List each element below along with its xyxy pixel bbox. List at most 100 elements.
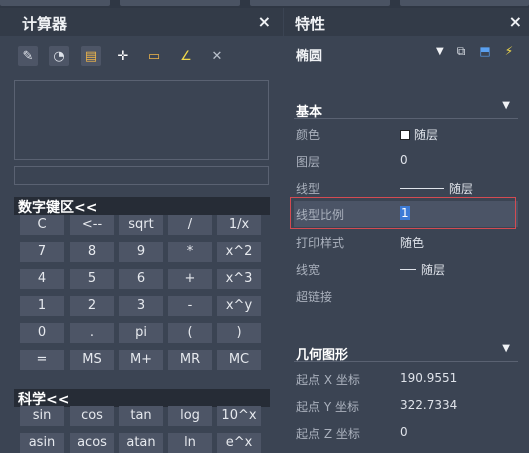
key-button[interactable]: 1/x [217,215,261,235]
key-button[interactable]: x^y [217,296,261,316]
key-button[interactable]: M+ [119,350,163,370]
key-button[interactable]: MR [168,350,212,370]
collapse-arrow-icon[interactable]: ▼ [502,100,510,111]
lineweight-preview-icon [400,269,416,270]
pick-point-icon[interactable]: ✛ [113,46,133,66]
property-row-color[interactable]: 颜色 随层 [294,121,518,147]
key-button[interactable]: / [168,215,212,235]
key-button[interactable]: 1 [20,296,64,316]
key-button[interactable]: 4 [20,269,64,289]
calculator-panel: 计算器 × ✎ ◔ ▤ ✛ ▭ ∠ ✕ 数字键区<< C <-- sqrt/1/x 7… [0,8,283,453]
key-button[interactable]: 6 [119,269,163,289]
key-button[interactable]: C [20,215,64,235]
property-value[interactable]: 190.9551 [400,371,457,385]
property-row-hyperlink[interactable]: 超链接 [294,283,518,309]
properties-panel: 特性 × 椭圆 ▼ ⧉ ⬒ ⚡ 基本 ▼ 颜色 随层 图层 0 线型 随层 线型… [284,8,529,450]
key-button[interactable]: + [168,269,212,289]
property-value[interactable]: 随层 [400,126,438,143]
object-selector-bar: 椭圆 ▼ ⧉ ⬒ ⚡ [284,42,529,64]
paste-icon[interactable]: ▤ [81,46,101,66]
history-display [14,80,269,160]
key-button[interactable]: * [168,242,212,262]
intersection-icon[interactable]: ✕ [207,46,227,66]
properties-title: 特性 [295,15,326,33]
property-label: 起点 Z 坐标 [296,427,360,441]
key-button[interactable]: sin [20,406,64,426]
property-label: 超链接 [296,290,333,304]
angle-icon[interactable]: ∠ [176,46,196,66]
eraser-icon[interactable]: ✎ [18,46,38,66]
key-button[interactable]: MC [217,350,261,370]
science-section-header[interactable]: 科学<< [14,389,270,408]
key-button[interactable]: 0 [20,323,64,343]
property-row-start-x[interactable]: 起点 X 坐标 190.9551 [294,366,518,392]
property-value[interactable]: 随层 [400,261,445,278]
property-row-start-z[interactable]: 起点 Z 坐标 0 [294,420,518,446]
selected-object-type[interactable]: 椭圆 [296,45,322,64]
property-label: 起点 X 坐标 [296,373,360,387]
property-value[interactable]: 随层 [400,180,473,197]
key-button[interactable]: ) [217,323,261,343]
key-button[interactable]: <-- [70,215,114,235]
property-value[interactable]: 随色 [400,234,424,251]
properties-close-icon[interactable]: × [509,12,522,31]
key-button[interactable]: ln [168,433,212,453]
property-row-start-y[interactable]: 起点 Y 坐标 322.7334 [294,393,518,419]
quick-select-icon[interactable]: ⚡ [500,42,518,60]
key-button[interactable]: 2 [70,296,114,316]
key-button[interactable]: atan [119,433,163,453]
calculator-title: 计算器 [22,15,68,33]
key-button[interactable]: - [168,296,212,316]
focus-highlight-box [290,197,516,229]
key-button[interactable]: 9 [119,242,163,262]
calculator-close-icon[interactable]: × [258,12,271,31]
expression-input[interactable] [14,166,269,185]
toggle-pickadd-icon[interactable]: ⧉ [452,42,470,60]
key-button[interactable]: ( [168,323,212,343]
clear-history-icon[interactable]: ◔ [49,46,69,66]
key-button[interactable]: . [70,323,114,343]
property-label: 图层 [296,155,321,169]
property-row-plotstyle[interactable]: 打印样式 随色 [294,229,518,255]
measure-distance-icon[interactable]: ▭ [144,46,164,66]
numpad-section-header[interactable]: 数字键区<< [14,197,270,216]
property-row-layer[interactable]: 图层 0 [294,148,518,174]
key-button[interactable]: tan [119,406,163,426]
key-button[interactable]: 8 [70,242,114,262]
linetype-preview-icon [400,188,444,189]
key-button[interactable]: = [20,350,64,370]
numpad-section-title: 数字键区<< [18,200,98,216]
collapse-arrow-icon[interactable]: ▼ [502,343,510,354]
group-geometry-header[interactable]: 几何图形 ▼ [294,341,518,363]
property-label: 线宽 [296,263,321,277]
key-button[interactable]: 10^x [217,406,261,426]
key-button[interactable]: asin [20,433,64,453]
key-button[interactable]: 5 [70,269,114,289]
key-button[interactable]: cos [70,406,114,426]
group-basic-title: 基本 [296,105,323,120]
chevron-down-icon[interactable]: ▼ [436,46,444,57]
key-button[interactable]: x^3 [217,269,261,289]
key-button[interactable]: MS [70,350,114,370]
key-button[interactable]: sqrt [119,215,163,235]
color-swatch-icon [400,130,410,140]
key-button[interactable]: e^x [217,433,261,453]
key-button[interactable]: 3 [119,296,163,316]
key-button[interactable]: 7 [20,242,64,262]
property-label: 起点 Y 坐标 [296,400,359,414]
property-value[interactable]: 322.7334 [400,398,457,412]
key-button[interactable]: log [168,406,212,426]
key-button[interactable]: pi [119,323,163,343]
properties-title-bar: 特性 × [284,8,529,36]
property-value[interactable]: 0 [400,153,408,167]
calculator-title-bar: 计算器 × [0,8,283,36]
key-button[interactable]: acos [70,433,114,453]
property-value[interactable]: 0 [400,425,408,439]
group-geometry-title: 几何图形 [296,348,349,363]
property-label: 打印样式 [296,236,345,250]
select-objects-icon[interactable]: ⬒ [476,42,494,60]
property-row-lineweight[interactable]: 线宽 随层 [294,256,518,282]
top-tab-strip [0,0,529,8]
key-button[interactable]: x^2 [217,242,261,262]
group-basic-header[interactable]: 基本 ▼ [294,98,518,120]
